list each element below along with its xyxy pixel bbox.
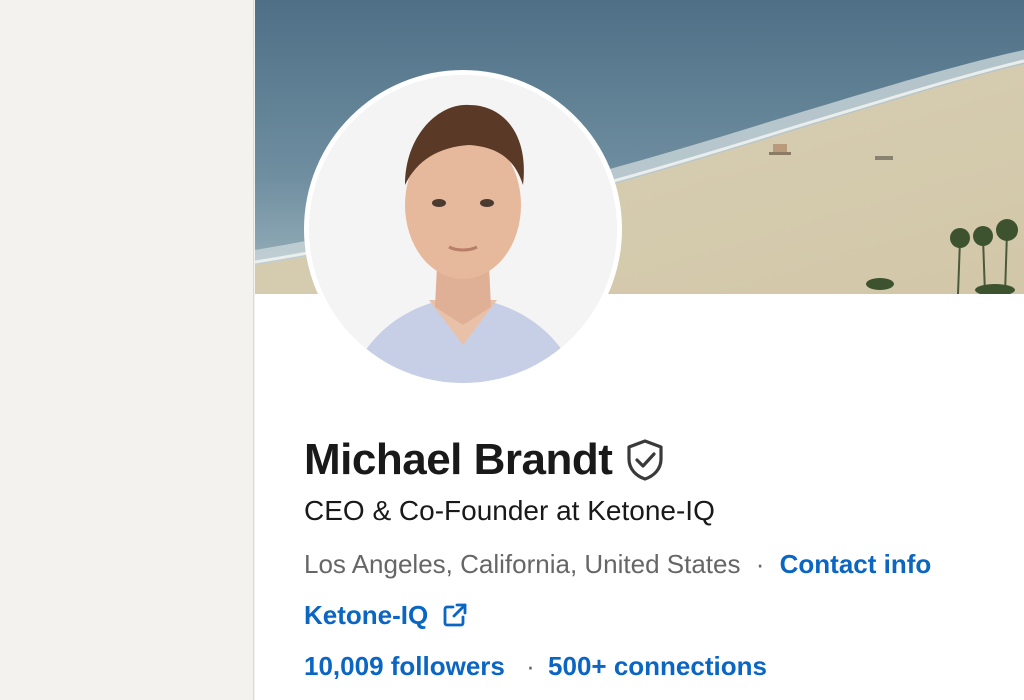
avatar-photo xyxy=(309,75,617,383)
separator-dot: · xyxy=(755,549,765,579)
location-row: Los Angeles, California, United States ·… xyxy=(304,547,931,581)
contact-info-link[interactable]: Contact info xyxy=(780,549,932,579)
separator-dot: · xyxy=(526,651,535,681)
external-link-icon[interactable] xyxy=(442,602,468,628)
profile-headline: CEO & Co-Founder at Ketone-IQ xyxy=(304,495,715,526)
website-row: Ketone-IQ xyxy=(304,598,468,632)
network-row: 10,009 followers · 500+ connections xyxy=(304,649,767,683)
left-gutter xyxy=(0,0,254,700)
website-link[interactable]: Ketone-IQ xyxy=(304,598,428,632)
followers-link[interactable]: 10,009 followers xyxy=(304,651,505,681)
profile-name: Michael Brandt xyxy=(304,435,613,484)
connections-link[interactable]: 500+ connections xyxy=(548,651,767,681)
profile-location: Los Angeles, California, United States xyxy=(304,549,741,579)
profile-avatar[interactable] xyxy=(304,70,622,388)
page: Michael Brandt CEO & Co-Founder at Keton… xyxy=(0,0,1024,700)
profile-card: Michael Brandt CEO & Co-Founder at Keton… xyxy=(255,0,1024,700)
name-row: Michael Brandt xyxy=(304,432,664,488)
verified-shield-icon[interactable] xyxy=(626,439,664,481)
